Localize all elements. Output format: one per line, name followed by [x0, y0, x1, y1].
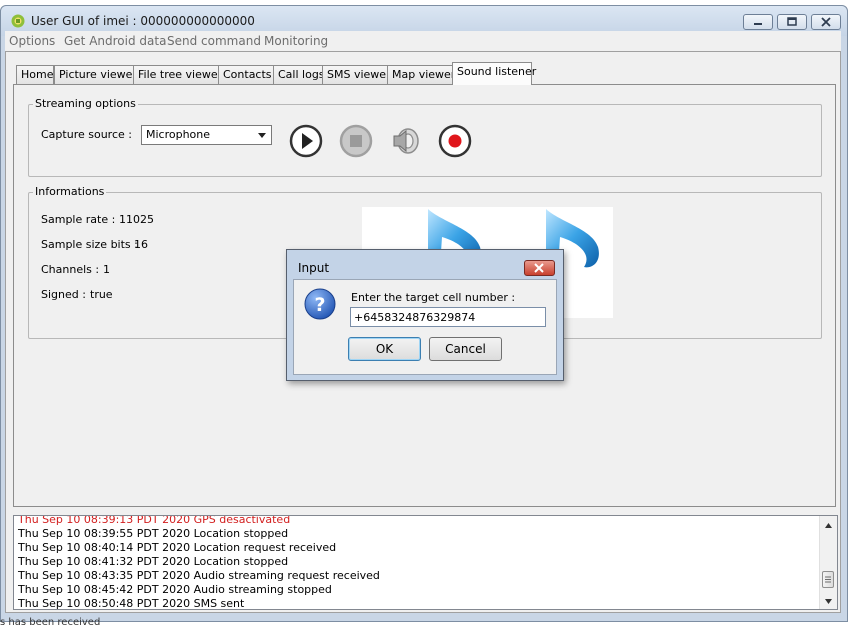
cell-number-input[interactable]: +6458324876329874 [350, 307, 546, 327]
close-window-button[interactable] [811, 14, 841, 30]
channels-value: 1 [103, 263, 110, 276]
signed-value: true [90, 288, 113, 301]
capture-source-label: Capture source : [41, 128, 132, 141]
event-log[interactable]: Thu Sep 10 08:39:13 PDT 2020 GPS desacti… [13, 515, 838, 610]
chevron-down-icon [258, 133, 266, 138]
play-icon[interactable] [289, 124, 323, 158]
sample-rate-label: Sample rate : [41, 213, 116, 226]
maximize-button[interactable] [777, 14, 807, 30]
capture-source-value: Microphone [146, 128, 211, 141]
log-line: Thu Sep 10 08:45:42 PDT 2020 Audio strea… [18, 583, 332, 596]
log-line: Thu Sep 10 08:50:48 PDT 2020 SMS sent [18, 597, 245, 610]
log-line: Thu Sep 10 08:40:14 PDT 2020 Location re… [18, 541, 337, 554]
menu-get-android-data[interactable]: Get Android data [64, 34, 166, 48]
window-title: User GUI of imei : 000000000000000 [31, 14, 255, 28]
grip-icon [825, 576, 831, 583]
streaming-options-legend: Streaming options [33, 97, 138, 110]
channels-label: Channels : [41, 263, 100, 276]
tab-contacts[interactable]: Contacts [218, 65, 280, 84]
minimize-button[interactable] [743, 14, 773, 30]
log-line: Thu Sep 10 08:43:35 PDT 2020 Audio strea… [18, 569, 380, 582]
menu-bar: Options Get Android data Send command Mo… [5, 31, 841, 51]
dialog-title: Input [298, 261, 330, 275]
question-icon: ? [304, 288, 336, 320]
tab-file-tree-viewer[interactable]: File tree viewer [133, 65, 229, 84]
android-app-icon [11, 14, 25, 28]
background-text: s has been received [0, 617, 101, 628]
sample-rate-value: 11025 [119, 213, 154, 226]
capture-source-select[interactable]: Microphone [141, 125, 272, 145]
informations-legend: Informations [33, 185, 107, 198]
tab-sound-listener[interactable]: Sound listener [452, 62, 536, 85]
tab-picture-viewer[interactable]: Picture viewer [54, 65, 144, 84]
log-line: Thu Sep 10 08:39:13 PDT 2020 GPS desacti… [18, 515, 291, 526]
sample-size-value: 16 [134, 238, 148, 251]
maximize-icon [787, 17, 797, 26]
menu-monitoring[interactable]: Monitoring [264, 34, 328, 48]
signed-label: Signed : [41, 288, 86, 301]
dialog-prompt: Enter the target cell number : [351, 291, 516, 304]
log-scrollbar[interactable] [819, 516, 837, 609]
minimize-icon [754, 23, 762, 25]
cancel-button[interactable]: Cancel [429, 337, 502, 361]
close-icon [821, 17, 831, 27]
tab-home[interactable]: Home [16, 65, 54, 84]
stop-icon[interactable] [339, 124, 373, 158]
record-icon[interactable] [438, 124, 472, 158]
scrollbar-thumb[interactable] [822, 571, 834, 588]
log-line: Thu Sep 10 08:41:32 PDT 2020 Location st… [18, 555, 289, 568]
dialog-close-button[interactable] [524, 260, 555, 276]
tab-sms-viewer[interactable]: SMS viewer [322, 65, 394, 84]
sample-size-label: Sample size bits : [41, 238, 138, 251]
log-line: Thu Sep 10 08:39:55 PDT 2020 Location st… [18, 527, 289, 540]
menu-send-command[interactable]: Send command [167, 34, 261, 48]
scroll-up-icon[interactable] [824, 521, 833, 530]
close-icon [534, 263, 544, 273]
ok-button[interactable]: OK [348, 337, 421, 361]
speaker-icon[interactable] [389, 124, 423, 158]
tab-map-viewer[interactable]: Map viewer [387, 65, 455, 84]
menu-options[interactable]: Options [9, 34, 55, 48]
log-lines: Thu Sep 10 08:39:13 PDT 2020 GPS desacti… [18, 515, 380, 610]
scroll-down-icon[interactable] [824, 597, 833, 606]
svg-text:?: ? [314, 294, 325, 316]
